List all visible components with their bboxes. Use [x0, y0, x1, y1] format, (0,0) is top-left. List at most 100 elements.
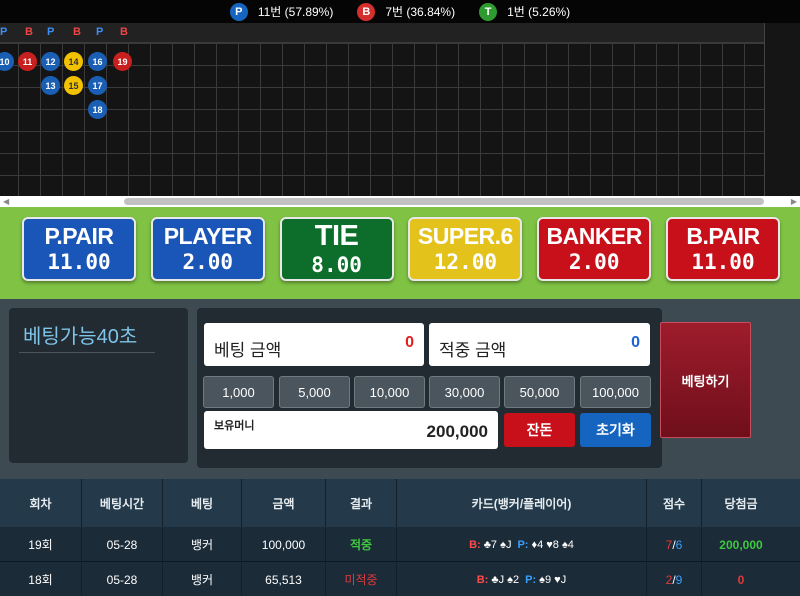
player-cards: ♦4 ♥8 ♠4 — [531, 538, 574, 551]
road-header-letter: P — [47, 26, 55, 38]
bet-button-ppair[interactable]: P.PAIR 11.00 — [22, 217, 136, 281]
road-scrollbar[interactable]: ◀ ▶ — [0, 196, 800, 207]
column-header: 금액 — [242, 479, 326, 527]
player-stat-text: 11번 (57.89%) — [257, 5, 334, 19]
road-header-letter: P — [96, 26, 104, 38]
scroll-thumb[interactable] — [124, 198, 764, 205]
bet-name: BANKER — [546, 223, 642, 249]
bet-cell: 뱅커 — [163, 528, 242, 561]
reset-button[interactable]: 초기화 — [580, 413, 651, 447]
column-header: 카드(뱅커/플레이어) — [397, 479, 647, 527]
scroll-right-arrow-icon[interactable]: ▶ — [791, 197, 797, 206]
table-header-row: 회차 베팅시간 베팅 금액 결과 카드(뱅커/플레이어) 점수 당첨금 — [0, 479, 800, 527]
chip-button-5000[interactable]: 5,000 — [279, 376, 350, 408]
road-side-panel — [764, 23, 800, 196]
banker-stat-text: 7번 (36.84%) — [385, 5, 456, 19]
bet-odds: 8.00 — [311, 253, 362, 277]
road-header: P B P B P B — [0, 23, 780, 43]
bet-button-super6[interactable]: SUPER.6 12.00 — [408, 217, 523, 281]
player-cards: ♠9 ♥J — [539, 573, 567, 586]
tie-stat-text: 1번 (5.26%) — [507, 5, 571, 19]
road-bead: 17 — [88, 76, 107, 95]
bet-button-bpair[interactable]: B.PAIR 11.00 — [665, 217, 780, 281]
scroll-left-arrow-icon[interactable]: ◀ — [3, 197, 9, 206]
road-bead: 12 — [41, 52, 60, 71]
money-field: 보유머니 200,000 — [204, 411, 498, 449]
round-cell: 19회 — [0, 528, 82, 561]
road-bead: 16 — [88, 52, 107, 71]
bet-odds: 11.00 — [47, 250, 111, 274]
bet-button-banker[interactable]: BANKER 2.00 — [537, 217, 652, 281]
road-header-letter: B — [25, 26, 33, 38]
chip-button-50000[interactable]: 50,000 — [504, 376, 575, 408]
bet-odds: 12.00 — [433, 250, 497, 274]
chip-button-1000[interactable]: 1,000 — [203, 376, 274, 408]
bet-button-player[interactable]: PLAYER 2.00 — [150, 217, 265, 281]
chip-button-100000[interactable]: 100,000 — [580, 376, 651, 408]
time-cell: 05-28 — [82, 528, 163, 561]
amount-cell: 100,000 — [242, 528, 326, 561]
money-value: 200,000 — [426, 422, 488, 441]
player-cards-label: P: — [525, 573, 537, 586]
player-circle-icon: P — [229, 2, 248, 21]
bet-name: SUPER.6 — [417, 223, 513, 249]
result-stats-bar: P 11번 (57.89%) B 7번 (36.84%) T 1번 (5.26%… — [0, 0, 800, 23]
table-row: 18회 05-28 뱅커 65,513 미적중 B: ♣J ♠2 P: ♠9 ♥… — [0, 563, 800, 596]
bet-name: TIE — [314, 220, 359, 252]
column-header: 회차 — [0, 479, 82, 527]
round-cell: 18회 — [0, 563, 82, 596]
banker-stat: B 7번 (36.84%) — [357, 2, 456, 21]
road-bead: 19 — [113, 52, 132, 71]
bet-amount-value: 0 — [405, 334, 414, 351]
bet-amount-field[interactable]: 베팅 금액 0 — [204, 323, 424, 366]
road-bead: 11 — [18, 52, 37, 71]
bet-type-panel: P.PAIR 11.00 PLAYER 2.00 TIE 8.00 SUPER.… — [0, 207, 800, 299]
column-header: 결과 — [326, 479, 397, 527]
road-header-letter: B — [73, 26, 81, 38]
road-bead: 15 — [64, 76, 83, 95]
table-row: 19회 05-28 뱅커 100,000 적중 B: ♣7 ♠J P: ♦4 ♥… — [0, 528, 800, 562]
road-bead: 14 — [64, 52, 83, 71]
bet-amount-label: 베팅 금액 — [214, 341, 282, 360]
tie-circle-icon: T — [479, 2, 498, 21]
tie-stat: T 1번 (5.26%) — [479, 2, 571, 21]
banker-cards-label: B: — [476, 573, 489, 586]
column-header: 베팅시간 — [82, 479, 163, 527]
banker-score: 2 — [665, 572, 673, 587]
bet-history-table: 회차 베팅시간 베팅 금액 결과 카드(뱅커/플레이어) 점수 당첨금 19회 … — [0, 479, 800, 596]
banker-circle-icon: B — [357, 2, 376, 21]
road-bead: 18 — [88, 100, 107, 119]
bet-button-tie[interactable]: TIE 8.00 — [279, 217, 394, 281]
bead-road-grid: P B P B P B 10 11 12 14 16 19 13 15 17 1… — [0, 23, 800, 196]
hit-amount-label: 적중 금액 — [439, 341, 507, 360]
road-bead: 13 — [41, 76, 60, 95]
column-header: 점수 — [647, 479, 702, 527]
cards-cell: B: ♣J ♠2 P: ♠9 ♥J — [397, 563, 647, 596]
chip-button-30000[interactable]: 30,000 — [429, 376, 500, 408]
banker-cards-label: B: — [469, 538, 481, 551]
hit-amount-field: 적중 금액 0 — [429, 323, 650, 366]
road-bead: 10 — [0, 52, 14, 71]
timer-box: 베팅가능40초 — [9, 308, 188, 463]
result-cell: 미적중 — [326, 563, 397, 596]
chip-button-10000[interactable]: 10,000 — [354, 376, 425, 408]
change-button[interactable]: 잔돈 — [504, 413, 575, 447]
bet-cell: 뱅커 — [163, 563, 242, 596]
bet-name: PLAYER — [163, 223, 253, 249]
money-label: 보유머니 — [214, 420, 255, 432]
winnings-cell: 200,000 — [719, 537, 763, 552]
amount-cell: 65,513 — [242, 563, 326, 596]
player-score: 9 — [675, 572, 683, 587]
score-cell: 7/6 — [647, 528, 702, 561]
player-cards-label: P: — [517, 538, 529, 551]
cards-cell: B: ♣7 ♠J P: ♦4 ♥8 ♠4 — [397, 528, 647, 561]
road-header-letter: P — [0, 26, 8, 38]
banker-cards: ♣J ♠2 — [491, 573, 520, 586]
bet-odds: 2.00 — [182, 250, 234, 274]
bet-odds: 11.00 — [691, 250, 755, 274]
bet-name: P.PAIR — [44, 223, 114, 249]
time-cell: 05-28 — [82, 563, 163, 596]
place-bet-button[interactable]: 베팅하기 — [660, 322, 751, 438]
betting-timer: 베팅가능40초 — [23, 326, 138, 348]
result-cell: 적중 — [326, 528, 397, 561]
